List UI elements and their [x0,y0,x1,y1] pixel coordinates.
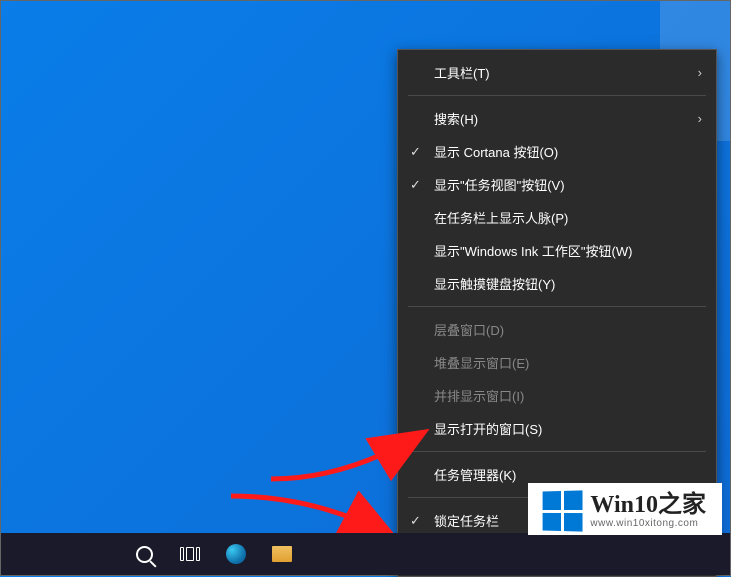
menu-divider [408,451,706,452]
edge-icon [226,544,246,564]
menu-item-label: 显示"任务视图"按钮(V) [434,175,565,194]
watermark-url: www.win10xitong.com [590,519,706,529]
menu-item-search[interactable]: 搜索(H) › [398,102,716,135]
check-icon: ✓ [410,513,421,529]
menu-item-people[interactable]: 在任务栏上显示人脉(P) [398,201,716,234]
menu-item-label: 显示打开的窗口(S) [434,419,542,438]
menu-item-ink[interactable]: 显示"Windows Ink 工作区"按钮(W) [398,234,716,267]
watermark-text: Win10之家 www.win10xitong.com [590,493,706,529]
menu-item-label: 堆叠显示窗口(E) [434,353,529,372]
edge-button[interactable] [213,533,259,575]
watermark-title: Win10之家 [590,493,706,517]
watermark: Win10之家 www.win10xitong.com [528,483,722,535]
menu-item-stacked: 堆叠显示窗口(E) [398,346,716,379]
taskview-icon [180,547,200,561]
taskbar[interactable] [1,533,730,575]
check-icon: ✓ [410,144,421,160]
menu-item-sidebyside: 并排显示窗口(I) [398,379,716,412]
menu-item-label: 显示"Windows Ink 工作区"按钮(W) [434,241,632,260]
menu-item-taskview[interactable]: ✓ 显示"任务视图"按钮(V) [398,168,716,201]
menu-item-label: 任务管理器(K) [434,465,516,484]
menu-divider [408,95,706,96]
menu-item-label: 并排显示窗口(I) [434,386,524,405]
chevron-right-icon: › [698,111,702,126]
explorer-button[interactable] [259,533,305,575]
menu-item-label: 显示触摸键盘按钮(Y) [434,274,555,293]
menu-item-label: 层叠窗口(D) [434,320,504,339]
menu-divider [408,306,706,307]
menu-item-label: 显示 Cortana 按钮(O) [434,142,558,161]
taskview-button[interactable] [167,533,213,575]
folder-icon [272,546,292,562]
search-icon [136,546,153,563]
search-button[interactable] [121,533,167,575]
menu-item-cascade: 层叠窗口(D) [398,313,716,346]
menu-item-label: 搜索(H) [434,109,478,128]
windows-logo-icon [543,490,583,531]
menu-item-touchkeyboard[interactable]: 显示触摸键盘按钮(Y) [398,267,716,300]
menu-item-cortana[interactable]: ✓ 显示 Cortana 按钮(O) [398,135,716,168]
chevron-right-icon: › [698,65,702,80]
menu-item-show-open[interactable]: 显示打开的窗口(S) [398,412,716,445]
menu-item-label: 工具栏(T) [434,63,490,82]
menu-item-label: 锁定任务栏 [434,511,499,530]
menu-item-toolbars[interactable]: 工具栏(T) › [398,56,716,89]
check-icon: ✓ [410,177,421,193]
menu-item-label: 在任务栏上显示人脉(P) [434,208,568,227]
